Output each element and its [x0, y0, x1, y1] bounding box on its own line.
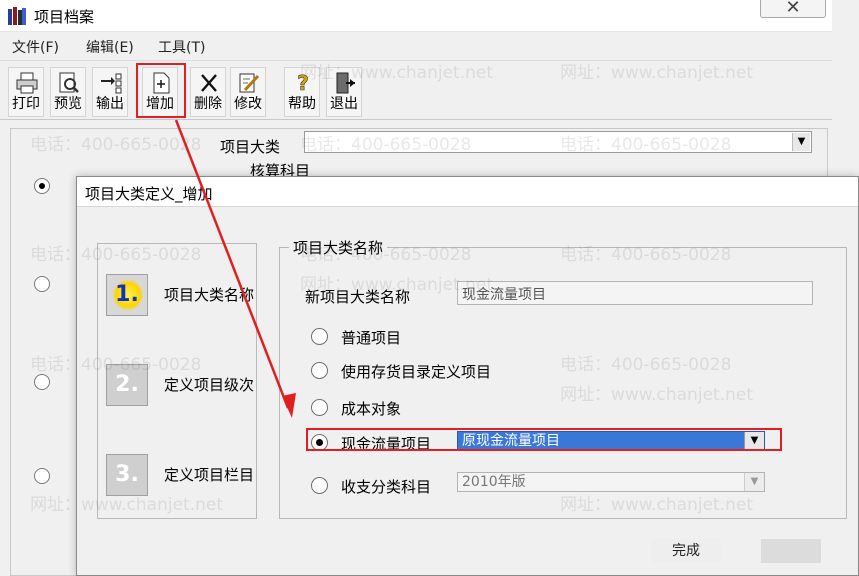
close-icon: ✕: [785, 0, 801, 18]
menu-edit[interactable]: 编辑(E): [86, 37, 134, 57]
step-3-number: 3.: [115, 462, 139, 487]
step-2-icon: 2.: [106, 364, 148, 406]
printer-icon: [15, 71, 39, 95]
delete-x-icon: [197, 71, 221, 95]
svg-text:?: ?: [297, 71, 309, 95]
radio-cost-object-label: 成本对象: [341, 400, 402, 418]
exit-label: 退出: [330, 96, 358, 112]
print-label: 打印: [12, 96, 40, 112]
export-label: 输出: [96, 96, 124, 112]
category-select[interactable]: ▼: [304, 131, 812, 153]
menu-tools[interactable]: 工具(T): [158, 37, 205, 57]
preview-label: 预览: [54, 96, 82, 112]
menu-bar: 文件(F) 编辑(E) 工具(T): [0, 34, 832, 58]
bg-radio-2[interactable]: [34, 276, 50, 292]
menu-file[interactable]: 文件(F): [12, 37, 59, 57]
radio-normal-project[interactable]: [311, 328, 328, 345]
new-category-name-label: 新项目大类名称: [305, 288, 411, 306]
step-3-icon: 3.: [106, 454, 148, 496]
edit-pencil-icon: [237, 71, 261, 95]
window-close-button[interactable]: ✕: [760, 0, 826, 18]
groupbox-title: 项目大类名称: [289, 237, 388, 258]
step-1-label: 项目大类名称: [164, 286, 255, 304]
cancel-button[interactable]: [761, 539, 821, 563]
chevron-down-icon[interactable]: ▼: [792, 133, 810, 151]
preview-button[interactable]: 预览: [50, 67, 86, 117]
exit-door-icon: [333, 71, 357, 95]
modify-label: 修改: [234, 96, 262, 112]
finish-button[interactable]: 完成: [651, 539, 721, 563]
chevron-down-icon[interactable]: ▼: [744, 473, 764, 491]
bg-radio-4[interactable]: [34, 468, 50, 484]
radio-income-expense-subject[interactable]: [311, 477, 328, 494]
export-arrow-icon: [99, 71, 123, 95]
bg-radio-3[interactable]: [34, 374, 50, 390]
bg-radio-1[interactable]: [34, 178, 50, 194]
category-definition-dialog: 项目大类定义_增加 1. 项目大类名称 2. 定义项目级次 3. 定义项目栏目 …: [76, 176, 859, 576]
step-3-label: 定义项目栏目: [164, 466, 255, 484]
radio-cost-object[interactable]: [311, 399, 328, 416]
cashflow-option-highlight: [306, 428, 782, 451]
window-titlebar: 项目档案 ✕: [0, 0, 832, 32]
step-2-number: 2.: [115, 372, 139, 397]
step-1-icon: 1.: [106, 274, 148, 316]
window-title: 项目档案: [34, 8, 95, 26]
year-version-select[interactable]: 2010年版 ▼: [457, 472, 765, 492]
add-button-highlight: [136, 63, 186, 118]
new-category-name-field[interactable]: 现金流量项目: [457, 281, 813, 305]
export-button[interactable]: 输出: [92, 67, 128, 117]
exit-button[interactable]: 退出: [326, 67, 362, 117]
print-button[interactable]: 打印: [8, 67, 44, 117]
steps-panel: 1. 项目大类名称 2. 定义项目级次 3. 定义项目栏目: [97, 243, 257, 519]
year-version-value: 2010年版: [462, 474, 526, 490]
radio-inventory-project[interactable]: [311, 362, 328, 379]
books-icon: [6, 6, 28, 26]
help-button[interactable]: ? 帮助: [284, 67, 320, 117]
category-label: 项目大类: [220, 138, 281, 156]
delete-button[interactable]: 删除: [190, 67, 226, 117]
toolbar: 打印 预览 输出 增加 删除 修改 ? 帮助 退出: [0, 60, 832, 120]
help-label: 帮助: [288, 96, 316, 112]
radio-normal-project-label: 普通项目: [341, 329, 402, 347]
delete-label: 删除: [194, 96, 222, 112]
help-question-icon: ?: [291, 71, 315, 96]
dialog-titlebar: 项目大类定义_增加: [77, 177, 858, 207]
dialog-title: 项目大类定义_增加: [85, 185, 213, 203]
step-1-number: 1.: [115, 282, 139, 307]
modify-button[interactable]: 修改: [230, 67, 266, 117]
radio-inventory-project-label: 使用存货目录定义项目: [341, 363, 492, 381]
step-2-label: 定义项目级次: [164, 376, 255, 394]
preview-magnifier-icon: [57, 71, 81, 95]
radio-income-expense-subject-label: 收支分类科目: [341, 478, 432, 496]
